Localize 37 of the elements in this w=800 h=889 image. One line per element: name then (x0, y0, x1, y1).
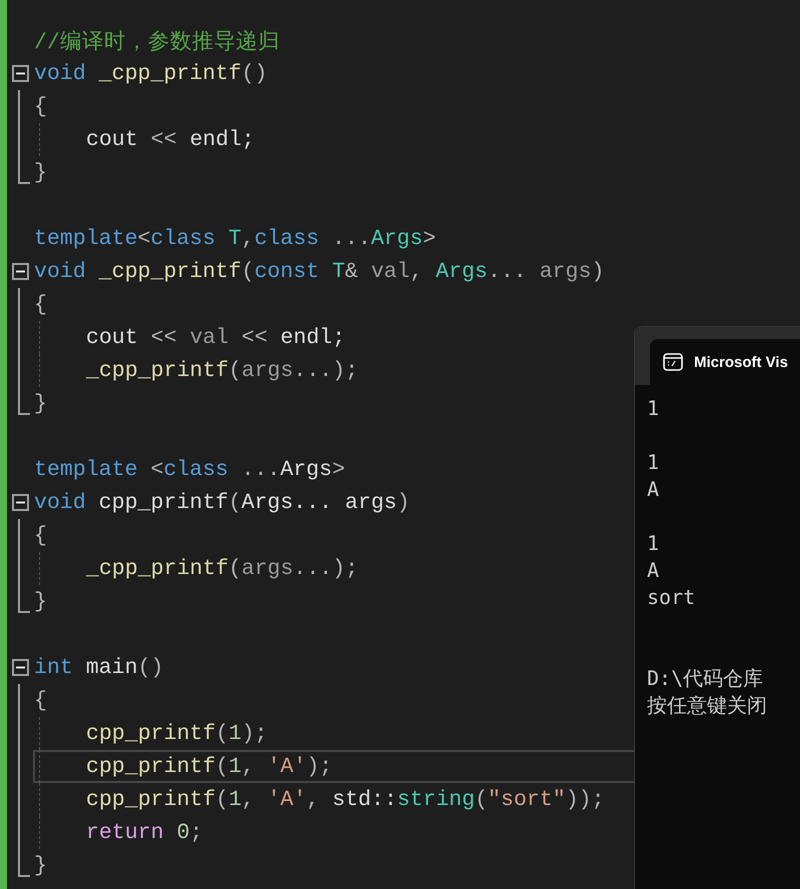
code-line: void _cpp_printf(const T& val, Args... args) (34, 260, 604, 284)
code-line: cpp_printf(1, 'A'); (86, 754, 332, 778)
code-line: { (34, 292, 47, 316)
terminal-icon (663, 353, 683, 371)
code-line: cout << endl; (86, 128, 254, 152)
code-line: { (34, 688, 47, 712)
collapse-icon[interactable] (12, 494, 29, 511)
collapse-icon[interactable] (12, 263, 29, 280)
collapse-icon[interactable] (12, 65, 29, 82)
code-line: { (34, 94, 47, 118)
code-line: } (34, 160, 47, 184)
code-line: void cpp_printf(Args... args) (34, 490, 410, 514)
code-line: _cpp_printf(args...); (86, 556, 358, 580)
console-output-line: A (647, 557, 660, 584)
code-line: } (34, 392, 47, 416)
collapse-icon[interactable] (12, 659, 29, 676)
code-line: _cpp_printf(args...); (86, 358, 358, 382)
code-line: } (34, 590, 47, 614)
code-line: template<class T,class ...Args> (34, 226, 436, 250)
code-line: } (34, 854, 47, 878)
code-line: //编译时，参数推导递归 (34, 29, 280, 55)
console-output-line: 1 (647, 530, 660, 557)
code-line: void _cpp_printf() (34, 62, 268, 86)
code-line: cpp_printf(1); (86, 722, 268, 746)
console-output-line: 1 (647, 395, 660, 422)
code-line: template <class ...Args> (34, 458, 346, 482)
code-line: return 0; (86, 820, 203, 844)
console-output-line: A (647, 476, 660, 503)
console-tab[interactable]: Microsoft Vis (650, 339, 800, 385)
code-line: cout << val << endl; (86, 326, 346, 350)
code-line: cpp_printf(1, 'A', std::string("sort")); (86, 788, 604, 812)
console-output-line: D:\代码仓库 (647, 665, 764, 692)
code-line: int main() (34, 656, 164, 680)
console-output-line: 按任意键关闭 (647, 692, 768, 719)
code-line: { (34, 524, 47, 548)
console-output-line: sort (647, 584, 696, 611)
console-output-line: 1 (647, 449, 660, 476)
